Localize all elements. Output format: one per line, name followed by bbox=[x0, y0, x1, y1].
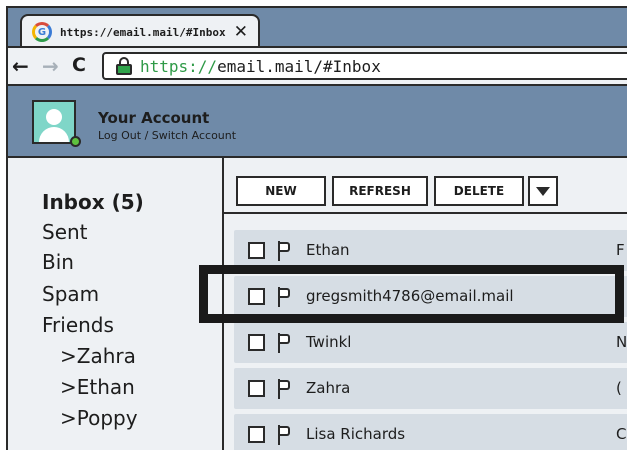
flag-icon[interactable] bbox=[278, 333, 292, 353]
reload-icon[interactable]: C bbox=[72, 54, 86, 76]
email-subject: N bbox=[616, 333, 627, 351]
email-checkbox[interactable] bbox=[248, 334, 265, 351]
account-name: Your Account bbox=[98, 109, 210, 127]
url-input[interactable]: https://email.mail/#Inbox bbox=[102, 52, 627, 80]
email-row[interactable]: Lisa Richards C bbox=[234, 414, 627, 450]
forward-arrow-icon[interactable]: → bbox=[42, 54, 59, 78]
browser-window: G https://email.mail/#Inbox ✕ ← → C http… bbox=[6, 6, 627, 450]
sidebar-item-inbox[interactable]: Inbox (5) bbox=[42, 190, 144, 214]
flag-icon[interactable] bbox=[278, 379, 292, 399]
url-text: https://email.mail/#Inbox bbox=[140, 57, 381, 76]
flag-icon[interactable] bbox=[278, 425, 292, 445]
address-bar: ← → C https://email.mail/#Inbox bbox=[8, 46, 627, 86]
email-checkbox[interactable] bbox=[248, 380, 265, 397]
new-button[interactable]: NEW bbox=[236, 176, 326, 206]
chevron-down-icon bbox=[536, 186, 550, 196]
url-scheme: https:// bbox=[140, 56, 218, 76]
more-actions-dropdown[interactable] bbox=[528, 176, 558, 206]
email-sender: Zahra bbox=[306, 379, 351, 397]
account-header: Your Account Log Out / Switch Account bbox=[8, 86, 627, 158]
email-sender: Twinkl bbox=[306, 333, 352, 351]
email-sender: gregsmith4786@email.mail bbox=[306, 287, 514, 305]
email-list: Ethan F gregsmith4786@email.mail Twinkl … bbox=[234, 230, 627, 450]
email-row[interactable]: Zahra ( bbox=[234, 368, 627, 409]
sidebar-item-spam[interactable]: Spam bbox=[42, 282, 99, 306]
avatar[interactable] bbox=[32, 100, 76, 144]
back-arrow-icon[interactable]: ← bbox=[12, 54, 29, 78]
sidebar-item-friends[interactable]: Friends bbox=[42, 313, 114, 337]
close-icon[interactable]: ✕ bbox=[234, 22, 248, 42]
email-subject: F bbox=[616, 241, 625, 259]
tab-strip: G https://email.mail/#Inbox ✕ bbox=[8, 8, 627, 48]
email-row[interactable]: gregsmith4786@email.mail bbox=[234, 276, 627, 317]
folder-sidebar: Inbox (5) Sent Bin Spam Friends >Zahra >… bbox=[8, 158, 222, 450]
sidebar-item-poppy[interactable]: >Poppy bbox=[60, 406, 138, 430]
browser-tab[interactable]: G https://email.mail/#Inbox ✕ bbox=[20, 14, 260, 48]
google-icon: G bbox=[32, 22, 52, 42]
email-checkbox[interactable] bbox=[248, 426, 265, 443]
online-status-icon bbox=[70, 136, 81, 147]
sidebar-item-zahra[interactable]: >Zahra bbox=[60, 344, 136, 368]
toolbar: NEW REFRESH DELETE bbox=[224, 158, 627, 214]
email-row[interactable]: Twinkl N bbox=[234, 322, 627, 363]
delete-button[interactable]: DELETE bbox=[434, 176, 524, 206]
tab-title: https://email.mail/#Inbox bbox=[60, 25, 226, 39]
lock-icon bbox=[116, 57, 132, 75]
email-sender: Ethan bbox=[306, 241, 350, 259]
flag-icon[interactable] bbox=[278, 287, 292, 307]
email-checkbox[interactable] bbox=[248, 288, 265, 305]
sidebar-item-ethan[interactable]: >Ethan bbox=[60, 375, 135, 399]
account-links[interactable]: Log Out / Switch Account bbox=[98, 129, 236, 142]
refresh-button[interactable]: REFRESH bbox=[332, 176, 428, 206]
sidebar-item-bin[interactable]: Bin bbox=[42, 250, 74, 274]
flag-icon[interactable] bbox=[278, 241, 292, 261]
email-subject: C bbox=[616, 425, 627, 443]
url-path: email.mail/#Inbox bbox=[217, 56, 381, 76]
email-row[interactable]: Ethan F bbox=[234, 230, 627, 271]
email-sender: Lisa Richards bbox=[306, 425, 406, 443]
email-checkbox[interactable] bbox=[248, 242, 265, 259]
inbox-panel: NEW REFRESH DELETE Ethan F gregsmith4786… bbox=[222, 158, 627, 450]
email-subject: ( bbox=[616, 379, 622, 397]
sidebar-item-sent[interactable]: Sent bbox=[42, 220, 88, 244]
